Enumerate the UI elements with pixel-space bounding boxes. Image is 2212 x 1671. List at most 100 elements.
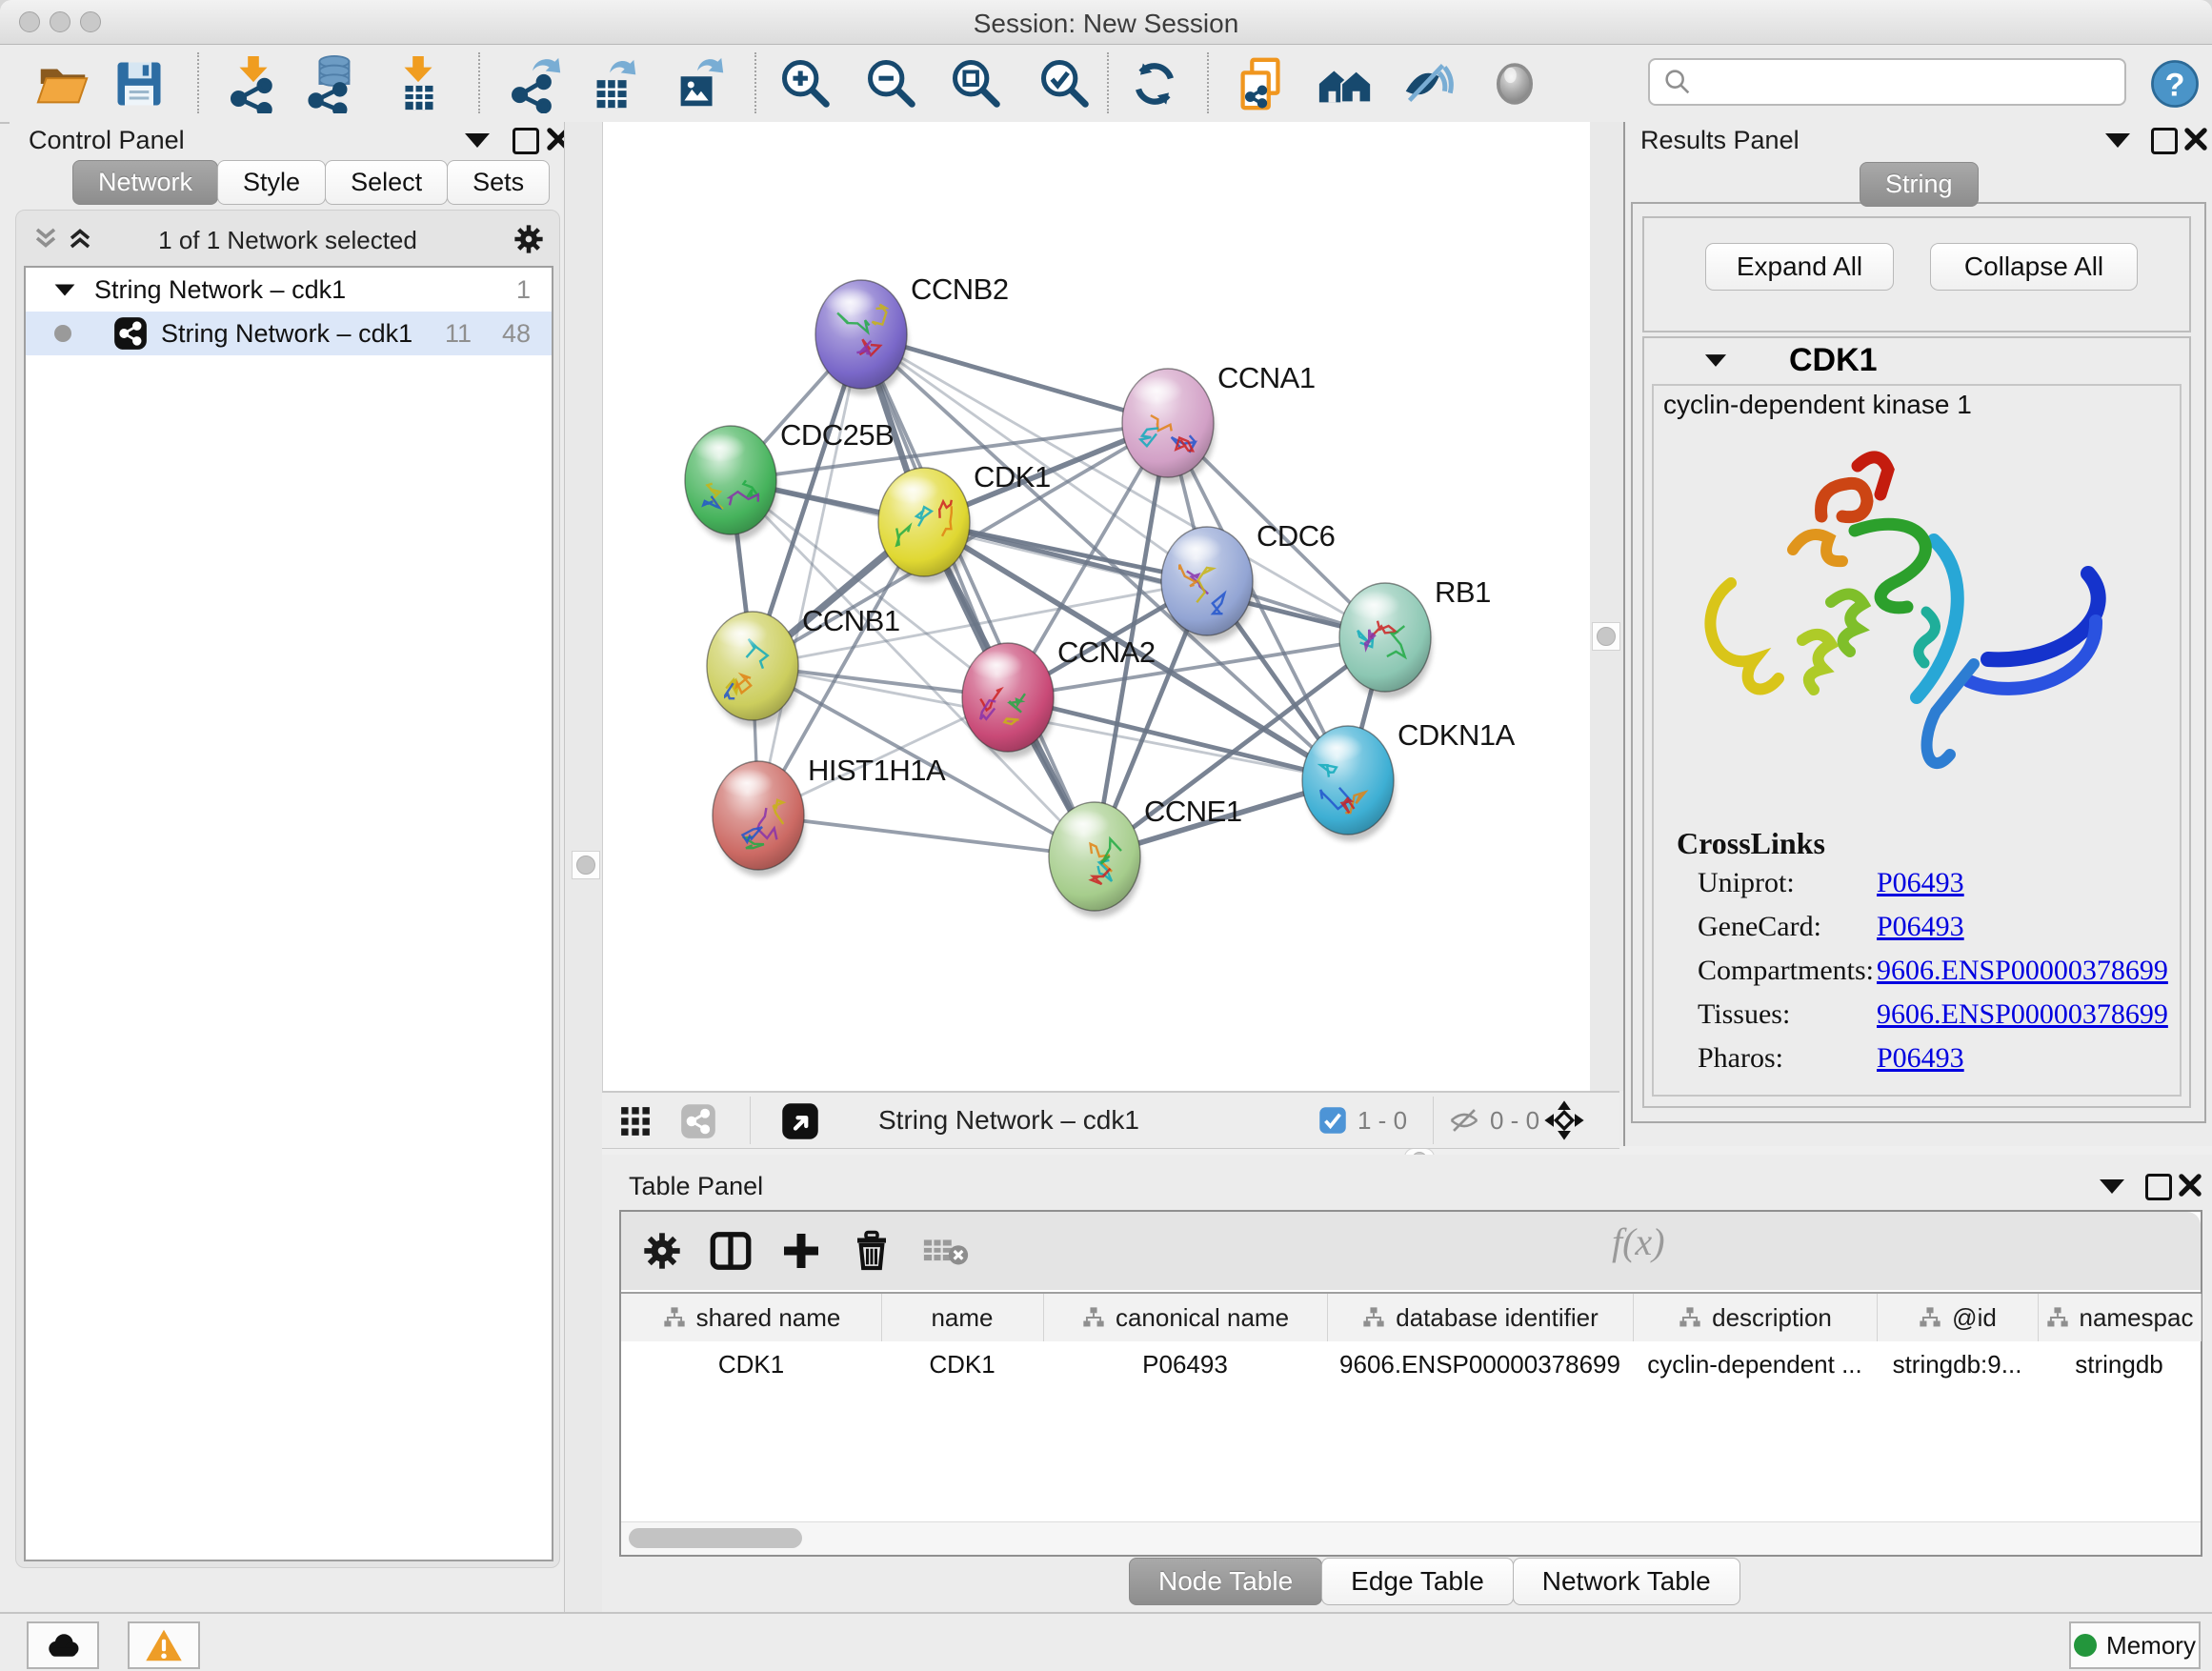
tab-network-table[interactable]: Network Table <box>1513 1558 1740 1605</box>
import-table-file-button[interactable] <box>387 52 450 115</box>
search-input[interactable] <box>1694 68 2124 96</box>
panel-menu-icon[interactable] <box>465 133 490 148</box>
show-columns-button[interactable] <box>703 1223 758 1278</box>
left-splitter-handle[interactable] <box>572 851 600 879</box>
panel-menu-icon[interactable] <box>2100 1179 2124 1194</box>
zoom-in-button[interactable] <box>774 52 837 115</box>
network-node-CCNE1[interactable]: CCNE1 <box>1049 795 1242 917</box>
detach-view-icon[interactable] <box>781 1102 819 1140</box>
float-panel-icon[interactable] <box>513 128 539 154</box>
network-node-CCNA2[interactable]: CCNA2 <box>962 635 1156 758</box>
export-image-button[interactable] <box>668 52 731 115</box>
network-collection-row[interactable]: String Network – cdk1 1 <box>26 268 552 312</box>
duplicate-network-button[interactable] <box>1230 52 1293 115</box>
scrollbar-thumb[interactable] <box>629 1528 802 1548</box>
table-cell[interactable]: stringdb <box>2038 1341 2201 1387</box>
network-node-CDKN1A[interactable]: CDKN1A <box>1302 718 1516 841</box>
network-node-HIST1H1A[interactable]: HIST1H1A <box>713 754 946 876</box>
warnings-button[interactable] <box>128 1621 200 1669</box>
tab-string[interactable]: String <box>1860 162 1979 207</box>
zoom-selected-button[interactable] <box>1034 52 1096 115</box>
selected-checkbox-icon[interactable] <box>1318 1106 1347 1135</box>
gene-section-header[interactable]: CDK1 <box>1644 338 2189 382</box>
delete-table-button[interactable] <box>918 1223 974 1278</box>
toolbar-separator <box>1107 52 1109 113</box>
hide-panels-button[interactable] <box>1397 52 1459 115</box>
column-header-label: canonical name <box>1116 1303 1289 1333</box>
memory-button[interactable]: Memory <box>2069 1621 2201 1669</box>
search-field[interactable] <box>1648 58 2126 106</box>
network-node-CCNA1[interactable]: CCNA1 <box>1122 361 1316 484</box>
table-settings-button[interactable] <box>634 1223 690 1278</box>
column-header-namespac[interactable]: namespac <box>2038 1294 2202 1341</box>
close-panel-icon[interactable] <box>2183 127 2208 151</box>
column-header-@id[interactable]: @id <box>1877 1294 2039 1341</box>
network-edge[interactable] <box>758 815 1095 856</box>
function-builder-button[interactable]: f(x) <box>1612 1219 1665 1264</box>
crosslink-link[interactable]: 9606.ENSP00000378699 <box>1877 998 2168 1031</box>
network-view-icon[interactable] <box>680 1103 716 1139</box>
table-cell[interactable]: stringdb:9... <box>1877 1341 2038 1387</box>
network-node-CDC25B[interactable]: CDC25B <box>685 418 894 541</box>
collapse-all-button[interactable]: Collapse All <box>1930 243 2138 291</box>
show-eye-button[interactable] <box>1483 52 1546 115</box>
string-network-graph[interactable]: CCNB2CCNA1CDC25BCDK1CDC6RB1CCNB1CCNA2CDK… <box>603 122 1590 1091</box>
crosslink-link[interactable]: 9606.ENSP00000378699 <box>1877 955 2168 987</box>
refresh-button[interactable] <box>1123 52 1186 115</box>
gear-icon[interactable] <box>512 222 546 256</box>
table-cell[interactable]: 9606.ENSP00000378699 <box>1327 1341 1633 1387</box>
tab-sets[interactable]: Sets <box>447 160 550 205</box>
tab-style[interactable]: Style <box>217 160 326 205</box>
navigator-icon[interactable] <box>1543 1099 1585 1141</box>
network-node-CCNB1[interactable]: CCNB1 <box>707 604 900 727</box>
column-header-description[interactable]: description <box>1633 1294 1878 1341</box>
help-button[interactable]: ? <box>2143 52 2206 115</box>
network-row[interactable]: String Network – cdk1 11 48 <box>26 312 552 355</box>
create-column-button[interactable] <box>774 1223 829 1278</box>
network-node-CDC6[interactable]: CDC6 <box>1161 519 1335 642</box>
zoom-fit-button[interactable] <box>945 52 1008 115</box>
tab-network[interactable]: Network <box>72 160 218 205</box>
crosslink-link[interactable]: P06493 <box>1877 867 1964 899</box>
export-network-button[interactable] <box>505 52 568 115</box>
tab-select[interactable]: Select <box>325 160 448 205</box>
float-panel-icon[interactable] <box>2145 1174 2172 1200</box>
grid-view-icon[interactable] <box>619 1105 652 1137</box>
table-cell[interactable]: P06493 <box>1043 1341 1327 1387</box>
save-session-button[interactable] <box>108 52 171 115</box>
table-horizontal-scrollbar[interactable] <box>621 1521 2201 1555</box>
column-header-shared-name[interactable]: shared name <box>621 1294 882 1341</box>
table-cell[interactable]: CDK1 <box>881 1341 1043 1387</box>
session-home-button[interactable] <box>1314 52 1377 115</box>
tree-expand-icon[interactable] <box>55 284 75 295</box>
network-canvas[interactable]: CCNB2CCNA1CDC25BCDK1CDC6RB1CCNB1CCNA2CDK… <box>602 122 1590 1091</box>
network-node-CCNB2[interactable]: CCNB2 <box>815 272 1009 395</box>
import-network-database-button[interactable] <box>301 52 364 115</box>
close-panel-icon[interactable] <box>2178 1173 2202 1198</box>
column-header-database-identifier[interactable]: database identifier <box>1327 1294 1634 1341</box>
table-cell[interactable]: CDK1 <box>621 1341 881 1387</box>
tab-edge-table[interactable]: Edge Table <box>1321 1558 1514 1605</box>
section-collapse-icon[interactable] <box>1705 354 1726 367</box>
crosslink-link[interactable]: P06493 <box>1877 911 1964 943</box>
crosslink-link[interactable]: P06493 <box>1877 1042 1964 1075</box>
float-panel-icon[interactable] <box>2151 128 2178 154</box>
tab-node-table[interactable]: Node Table <box>1129 1558 1322 1605</box>
right-splitter[interactable] <box>1589 122 1623 1091</box>
network-edge[interactable] <box>758 334 861 815</box>
zoom-out-button[interactable] <box>860 52 923 115</box>
table-cell[interactable]: cyclin-dependent ... <box>1633 1341 1877 1387</box>
column-header-canonical-name[interactable]: canonical name <box>1043 1294 1328 1341</box>
table-row[interactable]: CDK1CDK1P064939606.ENSP00000378699cyclin… <box>621 1341 2201 1387</box>
delete-column-button[interactable] <box>844 1223 899 1278</box>
export-table-button[interactable] <box>582 52 645 115</box>
import-network-file-button[interactable] <box>222 52 285 115</box>
panel-menu-icon[interactable] <box>2105 133 2130 148</box>
right-splitter-handle[interactable] <box>1592 622 1620 651</box>
column-header-name[interactable]: name <box>881 1294 1044 1341</box>
expand-all-button[interactable]: Expand All <box>1705 243 1894 291</box>
network-node-RB1[interactable]: RB1 <box>1339 575 1491 698</box>
cloud-status-button[interactable] <box>27 1621 99 1669</box>
left-splitter[interactable] <box>564 122 603 1612</box>
open-session-button[interactable] <box>31 52 94 115</box>
